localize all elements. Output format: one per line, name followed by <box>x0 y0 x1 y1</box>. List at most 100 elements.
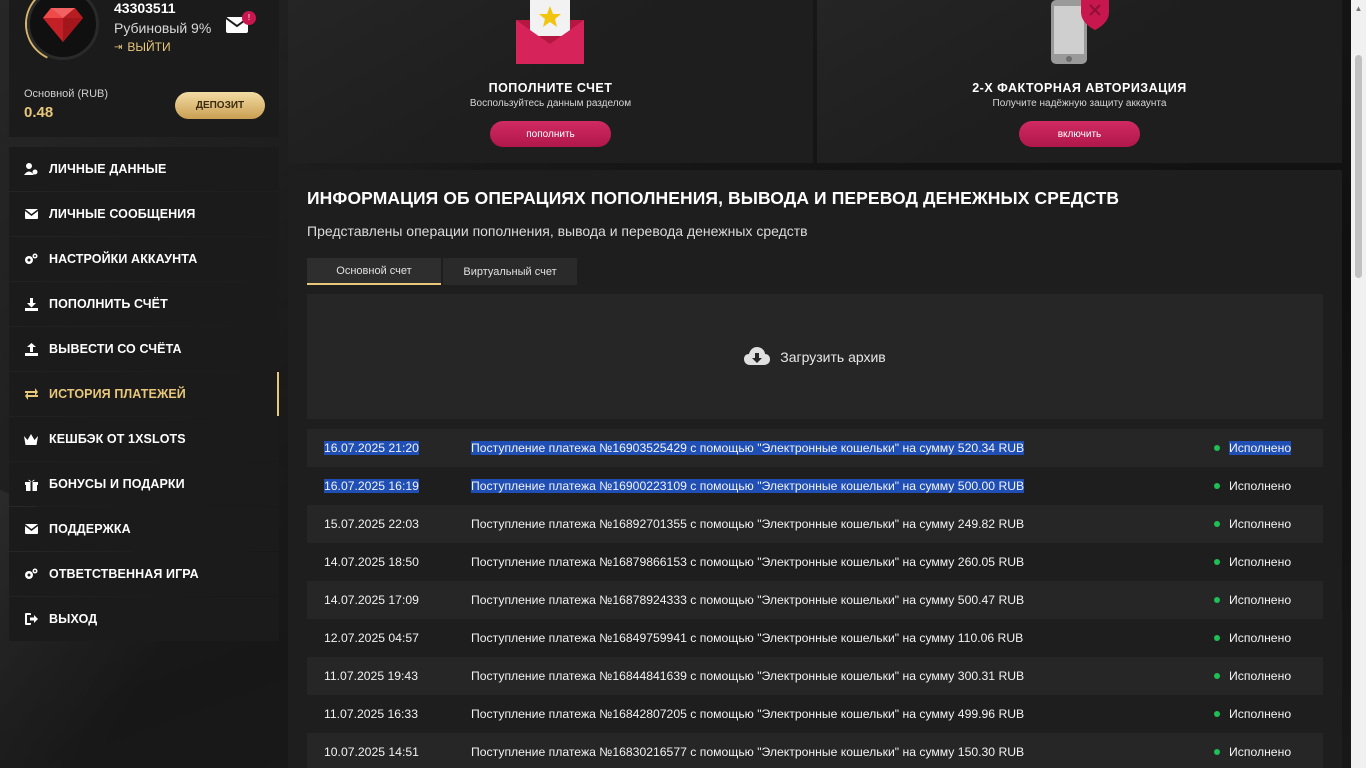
sidebar-item-withdraw[interactable]: Вывести со счёта <box>9 327 279 371</box>
transaction-date: 11.07.2025 19:43 <box>324 669 418 683</box>
transaction-status: Исполнено <box>1214 517 1291 531</box>
status-dot-icon <box>1214 635 1220 641</box>
transaction-status: Исполнено <box>1214 707 1291 721</box>
table-row[interactable]: 11.07.2025 19:43 Поступление платежа №16… <box>307 657 1323 695</box>
transaction-description: Поступление платежа №16844841639 с помощ… <box>471 669 1025 683</box>
scrollbar-thumb[interactable] <box>1355 55 1362 278</box>
table-row[interactable]: 14.07.2025 18:50 Поступление платежа №16… <box>307 543 1323 581</box>
deposit-button[interactable]: Депозит <box>175 92 265 119</box>
status-dot-icon <box>1214 483 1220 489</box>
status-dot-icon <box>1214 521 1220 527</box>
card-title: ПОПОЛНИТЕ СЧЕТ <box>488 81 613 95</box>
status-dot-icon <box>1214 673 1220 679</box>
profile-panel: 43303511 Рубиновый 9% ⇥ ВЫЙТИ ! Основной… <box>9 0 279 137</box>
card-subtitle: Воспользуйтесь данным разделом <box>469 98 632 109</box>
sidebar-item-deposit[interactable]: Пополнить счёт <box>9 282 279 326</box>
deposit-promo-card: ПОПОЛНИТЕ СЧЕТ Воспользуйтесь данным раз… <box>288 0 813 163</box>
transaction-description: Поступление платежа №16900223109 с помощ… <box>471 479 1025 493</box>
sidebar-item-label: История платежей <box>49 387 186 401</box>
sign-out-icon: ⇥ <box>114 41 123 53</box>
exchange-icon <box>24 387 38 401</box>
transaction-date: 12.07.2025 04:57 <box>324 631 419 645</box>
top-up-button[interactable]: пополнить <box>490 121 611 147</box>
transaction-date: 14.07.2025 17:09 <box>324 593 419 607</box>
download-icon <box>24 297 38 311</box>
sign-out-icon <box>24 612 38 626</box>
logout-link[interactable]: ⇥ ВЫЙТИ <box>114 40 171 54</box>
ruby-icon <box>43 8 83 42</box>
transaction-description: Поступление платежа №16878924333 с помощ… <box>471 593 1025 607</box>
table-row[interactable]: 11.07.2025 16:33 Поступление платежа №16… <box>307 695 1323 733</box>
envelope-icon <box>24 207 38 221</box>
crown-icon <box>24 432 38 446</box>
transaction-status: Исполнено <box>1214 631 1291 645</box>
transaction-description: Поступление платежа №16849759941 с помощ… <box>471 631 1024 645</box>
table-row[interactable]: 16.07.2025 16:19 Поступление платежа №16… <box>307 467 1323 505</box>
notification-badge: ! <box>242 11 256 25</box>
transaction-description: Поступление платежа №16879866153 с помощ… <box>471 555 1025 569</box>
two-factor-card: 2-Х ФАКТОРНАЯ АВТОРИЗАЦИЯ Получите надёж… <box>817 0 1342 163</box>
envelope-icon <box>24 522 38 536</box>
download-archive-button[interactable]: Загрузить архив <box>307 294 1323 419</box>
phone-shield-icon <box>1051 0 1109 64</box>
status-dot-icon <box>1214 711 1220 717</box>
status-dot-icon <box>1214 559 1220 565</box>
gears-icon <box>24 252 38 266</box>
sidebar-item-label: Поддержка <box>49 522 131 536</box>
transaction-description: Поступление платежа №16903525429 с помощ… <box>471 441 1025 455</box>
sidebar-item-responsible-gaming[interactable]: Ответственная игра <box>9 552 279 596</box>
page-subtitle: Представлены операции пополнения, вывода… <box>307 223 808 239</box>
enable-2fa-button[interactable]: включить <box>1019 121 1140 147</box>
sidebar-item-personal-data[interactable]: Личные данные <box>9 147 279 191</box>
sidebar-item-payment-history[interactable]: История платежей <box>9 372 279 416</box>
user-level: Рубиновый 9% <box>114 20 212 36</box>
sidebar-item-support[interactable]: Поддержка <box>9 507 279 551</box>
transaction-status: Исполнено <box>1214 479 1291 493</box>
tab-main-account[interactable]: Основной счет <box>307 258 441 285</box>
transaction-date: 16.07.2025 16:19 <box>324 479 419 493</box>
cloud-download-icon <box>744 346 771 365</box>
scroll-up-arrow-icon[interactable]: ▲ <box>1351 0 1366 16</box>
table-row[interactable]: 12.07.2025 04:57 Поступление платежа №16… <box>307 619 1323 657</box>
status-dot-icon <box>1214 597 1220 603</box>
balance-label: Основной (RUB) <box>24 88 109 100</box>
account-tabs: Основной счет Виртуальный счет <box>307 258 577 285</box>
transaction-date: 14.07.2025 18:50 <box>324 555 419 569</box>
sidebar-item-messages[interactable]: Личные сообщения <box>9 192 279 236</box>
table-row[interactable]: 16.07.2025 21:20 Поступление платежа №16… <box>307 429 1323 467</box>
sidebar-item-label: Настройки аккаунта <box>49 252 198 266</box>
balance-value: 0.48 <box>24 104 54 121</box>
sidebar-item-cashback[interactable]: Кешбэк от 1XSLOTS <box>9 417 279 461</box>
sidebar-item-label: Пополнить счёт <box>49 297 168 311</box>
transaction-status: Исполнено <box>1214 441 1292 455</box>
gift-icon <box>24 477 38 491</box>
transaction-date: 15.07.2025 22:03 <box>324 517 419 531</box>
table-row[interactable]: 15.07.2025 22:03 Поступление платежа №16… <box>307 505 1323 543</box>
sidebar-item-account-settings[interactable]: Настройки аккаунта <box>9 237 279 281</box>
upload-icon <box>24 342 38 356</box>
table-row[interactable]: 10.07.2025 14:51 Поступление платежа №16… <box>307 733 1323 768</box>
sidebar-item-label: Ответственная игра <box>49 567 199 581</box>
tab-virtual-account[interactable]: Виртуальный счет <box>443 258 577 285</box>
page-scrollbar[interactable]: ▲ <box>1351 0 1366 768</box>
sidebar-item-exit[interactable]: Выход <box>9 597 279 641</box>
transactions-list: 16.07.2025 21:20 Поступление платежа №16… <box>307 429 1323 768</box>
logout-label: ВЫЙТИ <box>127 40 171 54</box>
transaction-status: Исполнено <box>1214 555 1291 569</box>
sidebar-item-label: Личные сообщения <box>49 207 196 221</box>
envelope-star-icon <box>516 0 584 64</box>
transaction-date: 11.07.2025 16:33 <box>324 707 418 721</box>
transaction-description: Поступление платежа №16830216577 с помощ… <box>471 745 1025 759</box>
user-gear-icon <box>24 162 38 176</box>
transaction-date: 10.07.2025 14:51 <box>324 745 419 759</box>
sidebar-item-label: Личные данные <box>49 162 167 176</box>
transaction-status: Исполнено <box>1214 745 1291 759</box>
sidebar-menu: Личные данные Личные сообщения Настройки… <box>9 147 279 642</box>
card-subtitle: Получите надёжную защиту аккаунта <box>992 98 1167 109</box>
gears-icon <box>24 567 38 581</box>
sidebar-item-label: Кешбэк от 1XSLOTS <box>49 432 186 446</box>
transaction-description: Поступление платежа №16842807205 с помощ… <box>471 707 1025 721</box>
table-row[interactable]: 14.07.2025 17:09 Поступление платежа №16… <box>307 581 1323 619</box>
user-id: 43303511 <box>114 0 176 16</box>
sidebar-item-bonuses[interactable]: Бонусы и подарки <box>9 462 279 506</box>
